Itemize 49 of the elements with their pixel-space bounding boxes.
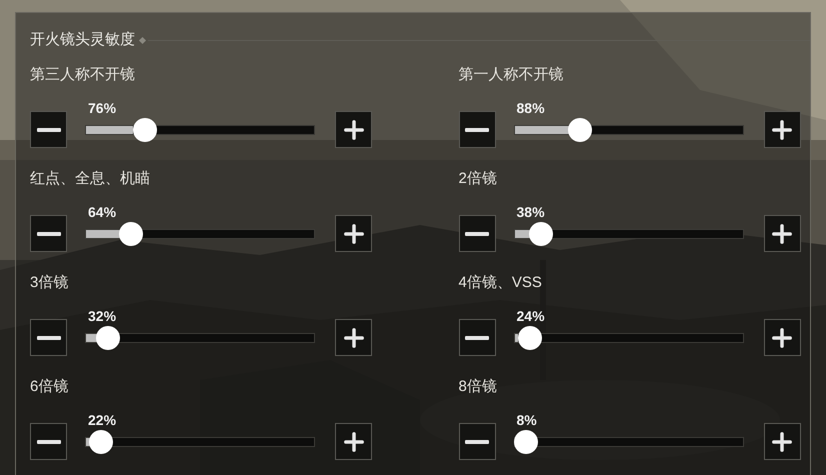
slider-track[interactable] (85, 437, 315, 447)
slider-value: 64% (88, 203, 116, 221)
minus-icon (465, 336, 489, 340)
minus-icon (36, 232, 60, 236)
minus-icon (465, 440, 489, 444)
setting-label: 4倍镜、VSS (458, 273, 543, 293)
slider-value: 24% (516, 307, 545, 325)
decrease-button[interactable] (458, 423, 496, 460)
setting-label: 8倍镜 (458, 377, 498, 397)
increase-button[interactable] (335, 215, 372, 252)
decrease-button[interactable] (458, 319, 496, 356)
minus-icon (36, 128, 60, 132)
setting-label: 第一人称不开镜 (458, 65, 564, 85)
decrease-button[interactable] (458, 215, 496, 252)
slider-track[interactable] (514, 437, 744, 447)
increase-button[interactable] (335, 423, 372, 460)
setting-label: 第三人称不开镜 (30, 65, 136, 85)
panel-title: 开火镜头灵敏度 (30, 30, 135, 50)
decrease-button[interactable] (30, 215, 67, 252)
slider-track[interactable] (85, 333, 315, 343)
increase-button[interactable] (764, 111, 800, 148)
minus-icon (36, 440, 60, 444)
decrease-button[interactable] (30, 423, 67, 460)
slider-value: 38% (516, 203, 545, 221)
minus-icon (465, 128, 489, 132)
increase-button[interactable] (764, 215, 800, 252)
setting-label: 6倍镜 (30, 377, 70, 397)
slider-track[interactable] (514, 333, 744, 343)
increase-button[interactable] (764, 423, 800, 460)
slider-value: 76% (88, 99, 116, 117)
slider-value: 32% (88, 307, 116, 325)
increase-button[interactable] (764, 319, 800, 356)
decrease-button[interactable] (458, 111, 496, 148)
setting-label: 3倍镜 (30, 273, 70, 293)
slider-track[interactable] (514, 229, 744, 239)
setting-label: 红点、全息、机瞄 (30, 169, 151, 189)
increase-button[interactable] (335, 319, 372, 356)
minus-icon (465, 232, 489, 236)
setting-label: 2倍镜 (458, 169, 498, 189)
slider-track[interactable] (514, 125, 744, 135)
decrease-button[interactable] (30, 111, 67, 148)
decrease-button[interactable] (30, 319, 67, 356)
slider-value: 88% (516, 99, 545, 117)
slider-track[interactable] (85, 125, 315, 135)
slider-value: 8% (516, 411, 537, 429)
increase-button[interactable] (335, 111, 372, 148)
slider-value: 22% (88, 411, 116, 429)
slider-track[interactable] (85, 229, 315, 239)
minus-icon (36, 336, 60, 340)
